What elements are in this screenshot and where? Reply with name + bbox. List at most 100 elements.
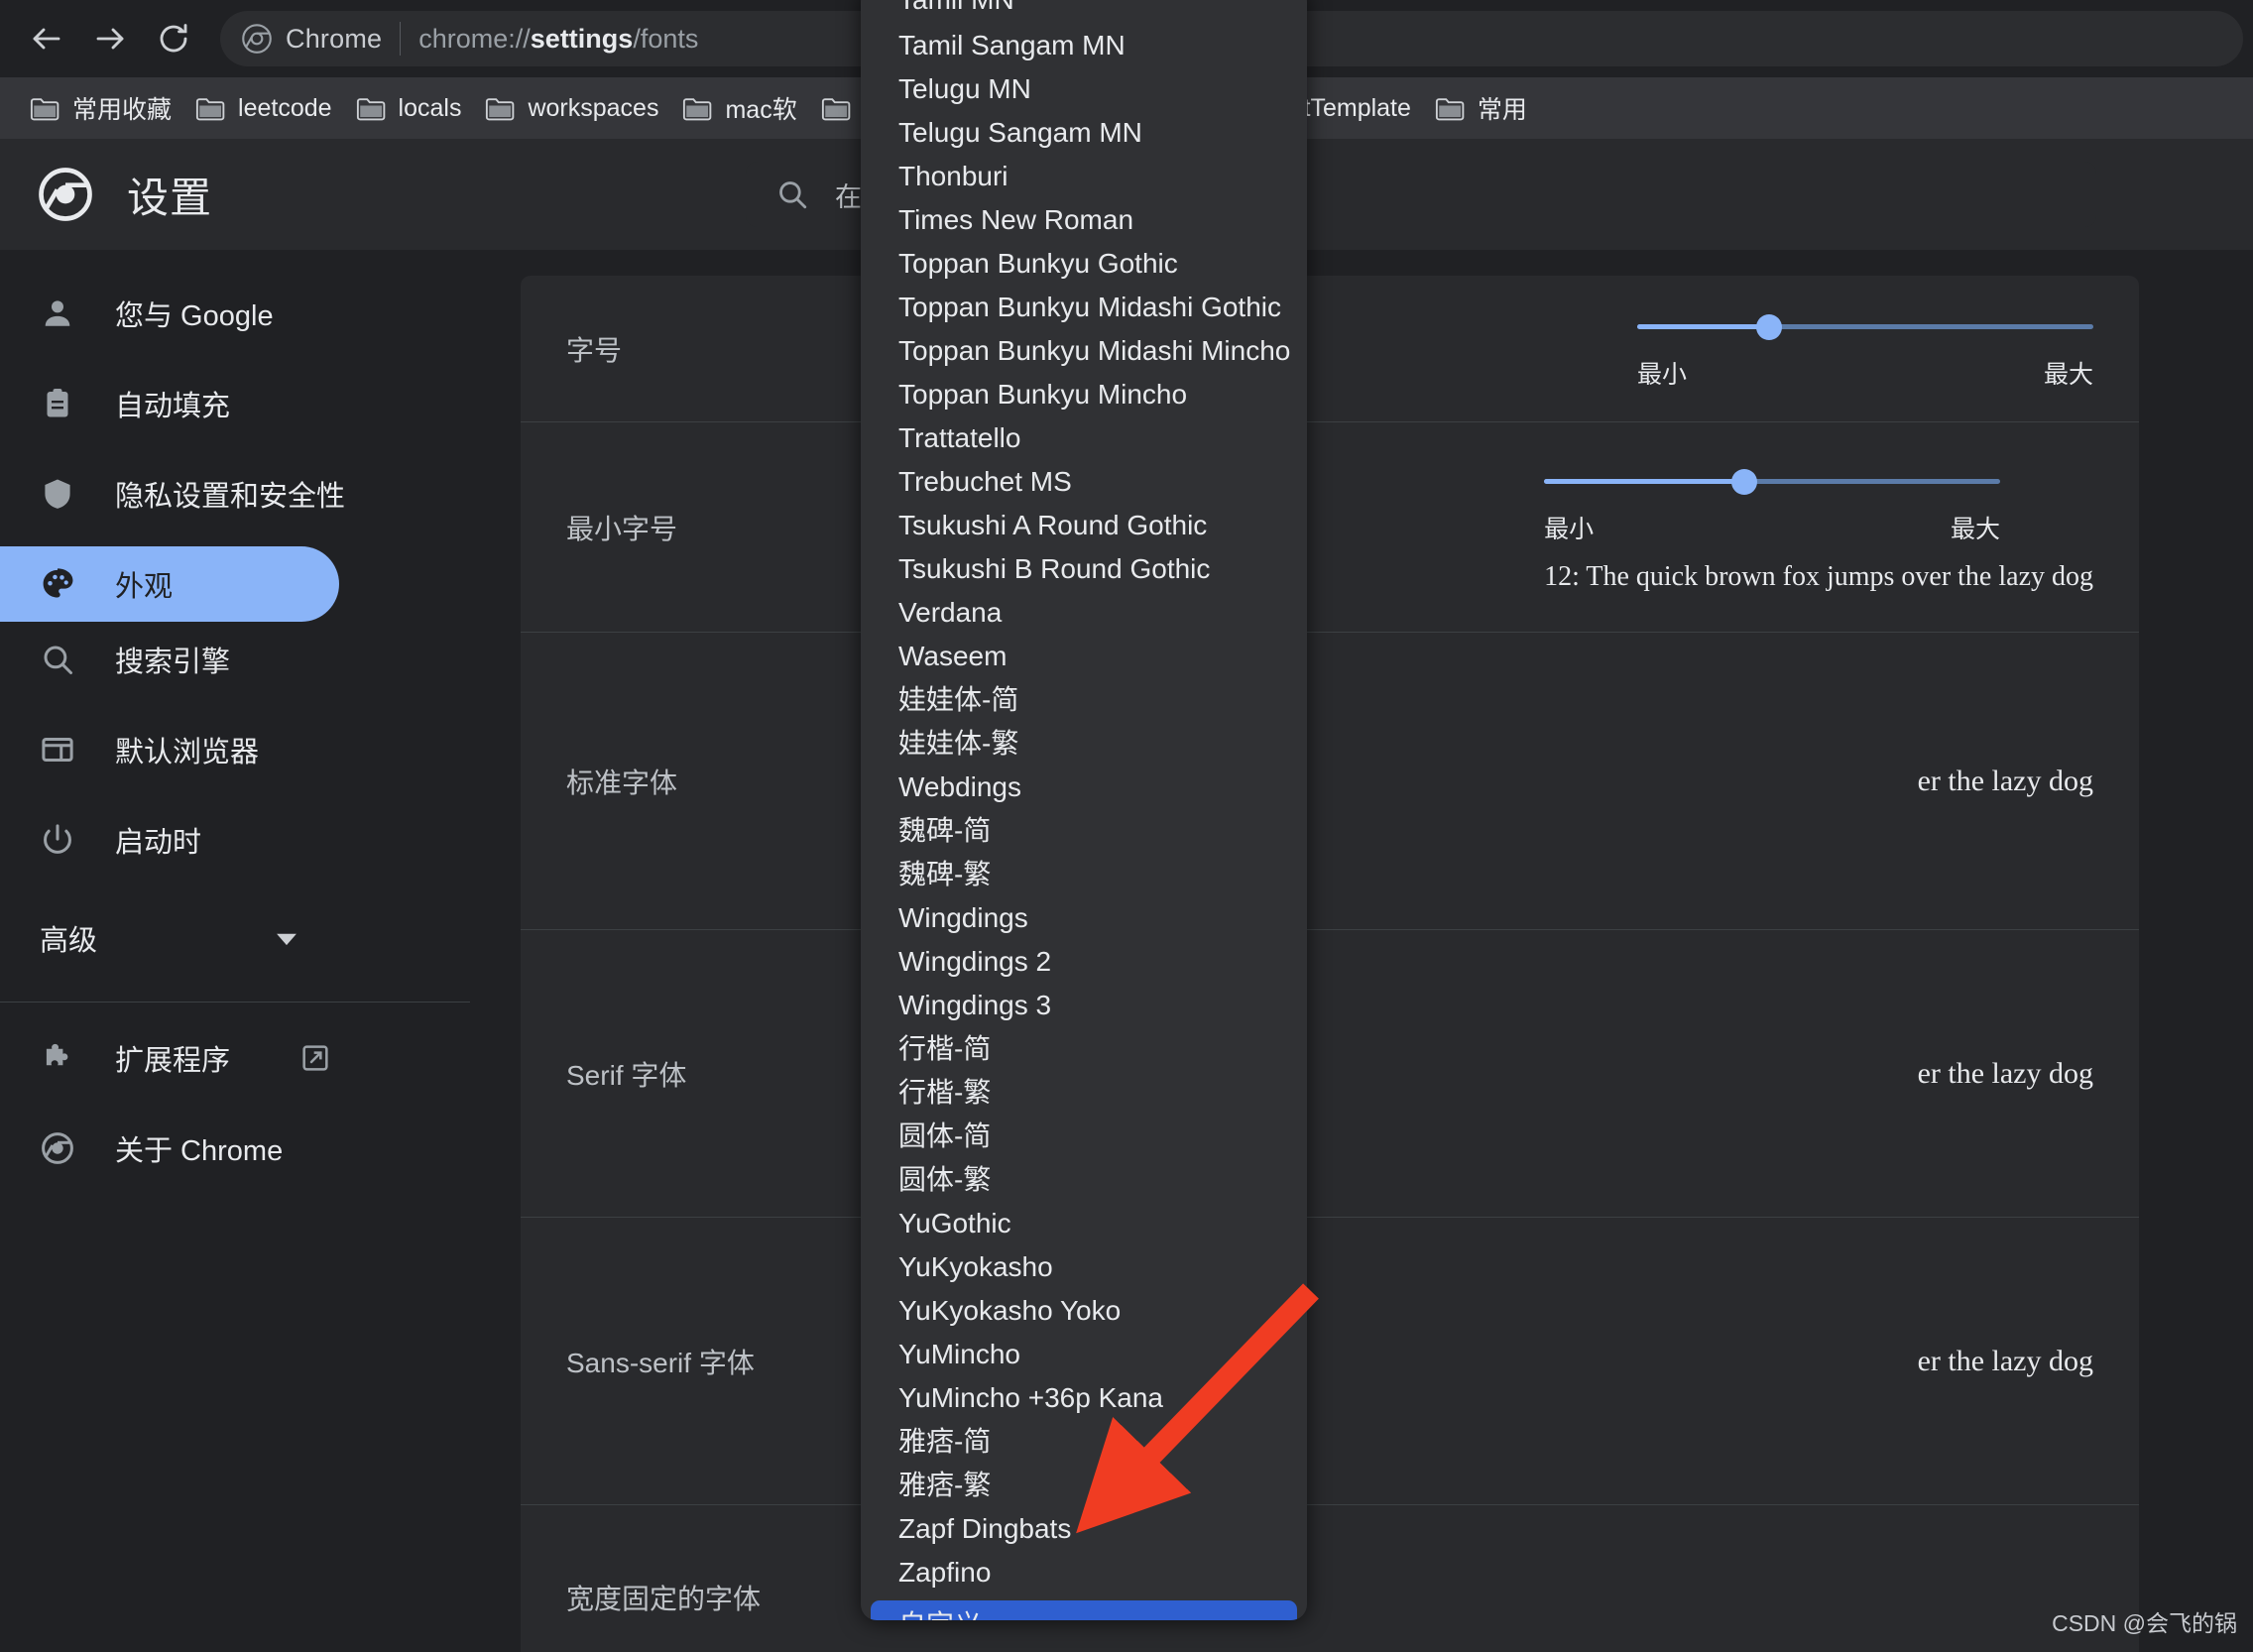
palette-icon	[40, 566, 75, 602]
font-option[interactable]: 娃娃体-繁	[861, 722, 1307, 766]
font-option[interactable]: Webdings	[861, 766, 1307, 809]
font-option[interactable]: Tamil MN	[861, 0, 1307, 24]
font-option[interactable]: YuMincho +36p Kana	[861, 1376, 1307, 1420]
font-dropdown-menu[interactable]: Tamil MNTamil Sangam MNTelugu MNTelugu S…	[861, 0, 1307, 1620]
sidebar-footer-item-1[interactable]: 扩展程序	[0, 1020, 339, 1096]
font-option[interactable]: YuMincho	[861, 1333, 1307, 1376]
page-title: 设置	[127, 165, 212, 225]
search-icon	[40, 642, 75, 677]
font-option[interactable]: Thonburi	[861, 155, 1307, 198]
font-option[interactable]: Verdana	[861, 591, 1307, 635]
bookmark-item[interactable]: leetcode	[191, 86, 352, 130]
font-option[interactable]: 圆体-简	[861, 1115, 1307, 1158]
font-option[interactable]: 行楷-繁	[861, 1071, 1307, 1115]
font-option[interactable]: Telugu MN	[861, 67, 1307, 111]
folder-icon	[195, 96, 225, 121]
sidebar-item-3[interactable]: 隐私设置和安全性	[0, 456, 339, 531]
font-option[interactable]: Waseem	[861, 635, 1307, 678]
slider-max-label: 最大	[1951, 510, 2000, 545]
bookmark-item[interactable]: workspaces	[481, 86, 678, 130]
slider-track-wrap[interactable]	[1544, 462, 2000, 502]
font-option[interactable]: 雅痞-简	[861, 1420, 1307, 1464]
shield-icon	[40, 476, 75, 512]
chrome-logo-icon	[38, 167, 93, 222]
settings-row-2: 最小字号最小最大12: The quick brown fox jumps ov…	[521, 422, 2139, 633]
sidebar-item-label: 启动时	[115, 819, 201, 861]
forward-arrow-icon[interactable]	[81, 10, 139, 67]
omnibox-app-label: Chrome	[286, 24, 382, 55]
font-option[interactable]: YuGothic	[861, 1202, 1307, 1245]
sidebar-item-5[interactable]: 搜索引擎	[0, 622, 339, 697]
sidebar-footer-item-2[interactable]: 关于 Chrome	[0, 1111, 339, 1186]
sidebar-item-label: 搜索引擎	[115, 639, 230, 680]
bookmark-item[interactable]: mac软	[678, 86, 816, 130]
bookmark-item[interactable]: locals	[352, 86, 482, 130]
font-option[interactable]: 雅痞-繁	[861, 1464, 1307, 1507]
sidebar-item-1[interactable]: 您与 Google	[0, 276, 339, 351]
font-option[interactable]: Toppan Bunkyu Midashi Mincho	[861, 329, 1307, 373]
font-option-custom[interactable]: 自定义	[871, 1600, 1297, 1620]
font-option[interactable]: Telugu Sangam MN	[861, 111, 1307, 155]
chrome-icon	[40, 1130, 75, 1166]
font-option[interactable]: 娃娃体-简	[861, 678, 1307, 722]
font-option[interactable]: Zapf Dingbats	[861, 1507, 1307, 1551]
sidebar-item-label: 关于 Chrome	[115, 1127, 283, 1169]
font-size-slider[interactable]: 最小最大	[1637, 307, 2093, 391]
sidebar-item-label: 扩展程序	[115, 1037, 230, 1079]
font-option[interactable]: Wingdings 2	[861, 940, 1307, 984]
font-option[interactable]: 魏碑-繁	[861, 853, 1307, 896]
spacer	[0, 1096, 506, 1111]
font-option[interactable]: Toppan Bunkyu Gothic	[861, 242, 1307, 286]
sidebar-item-4[interactable]: 外观	[0, 546, 339, 622]
font-option[interactable]: Tsukushi A Round Gothic	[861, 504, 1307, 547]
slider-fill	[1637, 324, 1769, 329]
folder-icon	[821, 96, 851, 121]
sidebar-item-6[interactable]: 默认浏览器	[0, 712, 339, 787]
back-arrow-icon[interactable]	[18, 10, 75, 67]
slider-min-label: 最小	[1544, 510, 1594, 545]
row-control: 最小最大12: The quick brown fox jumps over t…	[1544, 462, 2093, 593]
chevron-down-icon	[270, 921, 303, 955]
font-option[interactable]: 魏碑-简	[861, 809, 1307, 853]
font-option[interactable]: Toppan Bunkyu Mincho	[861, 373, 1307, 416]
font-option[interactable]: Zapfino	[861, 1551, 1307, 1594]
row-control: er the lazy dog	[1918, 1057, 2093, 1091]
font-option[interactable]: Times New Roman	[861, 198, 1307, 242]
font-option[interactable]: YuKyokasho Yoko	[861, 1289, 1307, 1333]
sidebar-item-2[interactable]: 自动填充	[0, 366, 339, 441]
spacer	[0, 441, 506, 456]
row-control: er the lazy dog	[1918, 1345, 2093, 1378]
font-option[interactable]: 行楷-简	[861, 1027, 1307, 1071]
slider-knob[interactable]	[1731, 469, 1757, 495]
font-option[interactable]: YuKyokasho	[861, 1245, 1307, 1289]
font-option[interactable]: Tamil Sangam MN	[861, 24, 1307, 67]
font-option[interactable]: Wingdings	[861, 896, 1307, 940]
row-label: 最小字号	[566, 508, 677, 547]
font-size-slider[interactable]: 最小 最大	[1544, 462, 2000, 545]
settings-row-3: 标准字体er the lazy dog	[521, 633, 2139, 930]
puzzle-icon	[40, 1040, 75, 1076]
font-option[interactable]: Toppan Bunkyu Midashi Gothic	[861, 286, 1307, 329]
row-label: 宽度固定的字体	[566, 1578, 761, 1617]
folder-icon	[356, 96, 386, 121]
slider-knob[interactable]	[1756, 314, 1782, 340]
bookmark-item[interactable]: 常用收藏	[26, 86, 191, 130]
row-label: Serif 字体	[566, 1054, 686, 1094]
spacer	[0, 351, 506, 366]
browser-window: Chrome chrome://settings/fonts 常用收藏leetc…	[0, 0, 2253, 1652]
font-option[interactable]: Trattatello	[861, 416, 1307, 460]
url-prefix: chrome://	[418, 24, 531, 54]
slider-track-wrap[interactable]	[1637, 307, 2093, 347]
settings-content: 字号最小最大最小字号最小最大12: The quick brown fox ju…	[506, 250, 2253, 1652]
slider-captions: 最小 最大	[1544, 510, 2000, 545]
settings-row-1: 字号最小最大	[521, 276, 2139, 422]
font-option[interactable]: Wingdings 3	[861, 984, 1307, 1027]
font-option[interactable]: Trebuchet MS	[861, 460, 1307, 504]
row-label: Sans-serif 字体	[566, 1342, 755, 1381]
sidebar-advanced-toggle[interactable]: 高级	[0, 892, 339, 984]
bookmark-item[interactable]: 常用	[1431, 86, 1547, 130]
font-option[interactable]: Tsukushi B Round Gothic	[861, 547, 1307, 591]
reload-icon[interactable]	[145, 10, 202, 67]
sidebar-item-7[interactable]: 启动时	[0, 802, 339, 878]
font-option[interactable]: 圆体-繁	[861, 1158, 1307, 1202]
